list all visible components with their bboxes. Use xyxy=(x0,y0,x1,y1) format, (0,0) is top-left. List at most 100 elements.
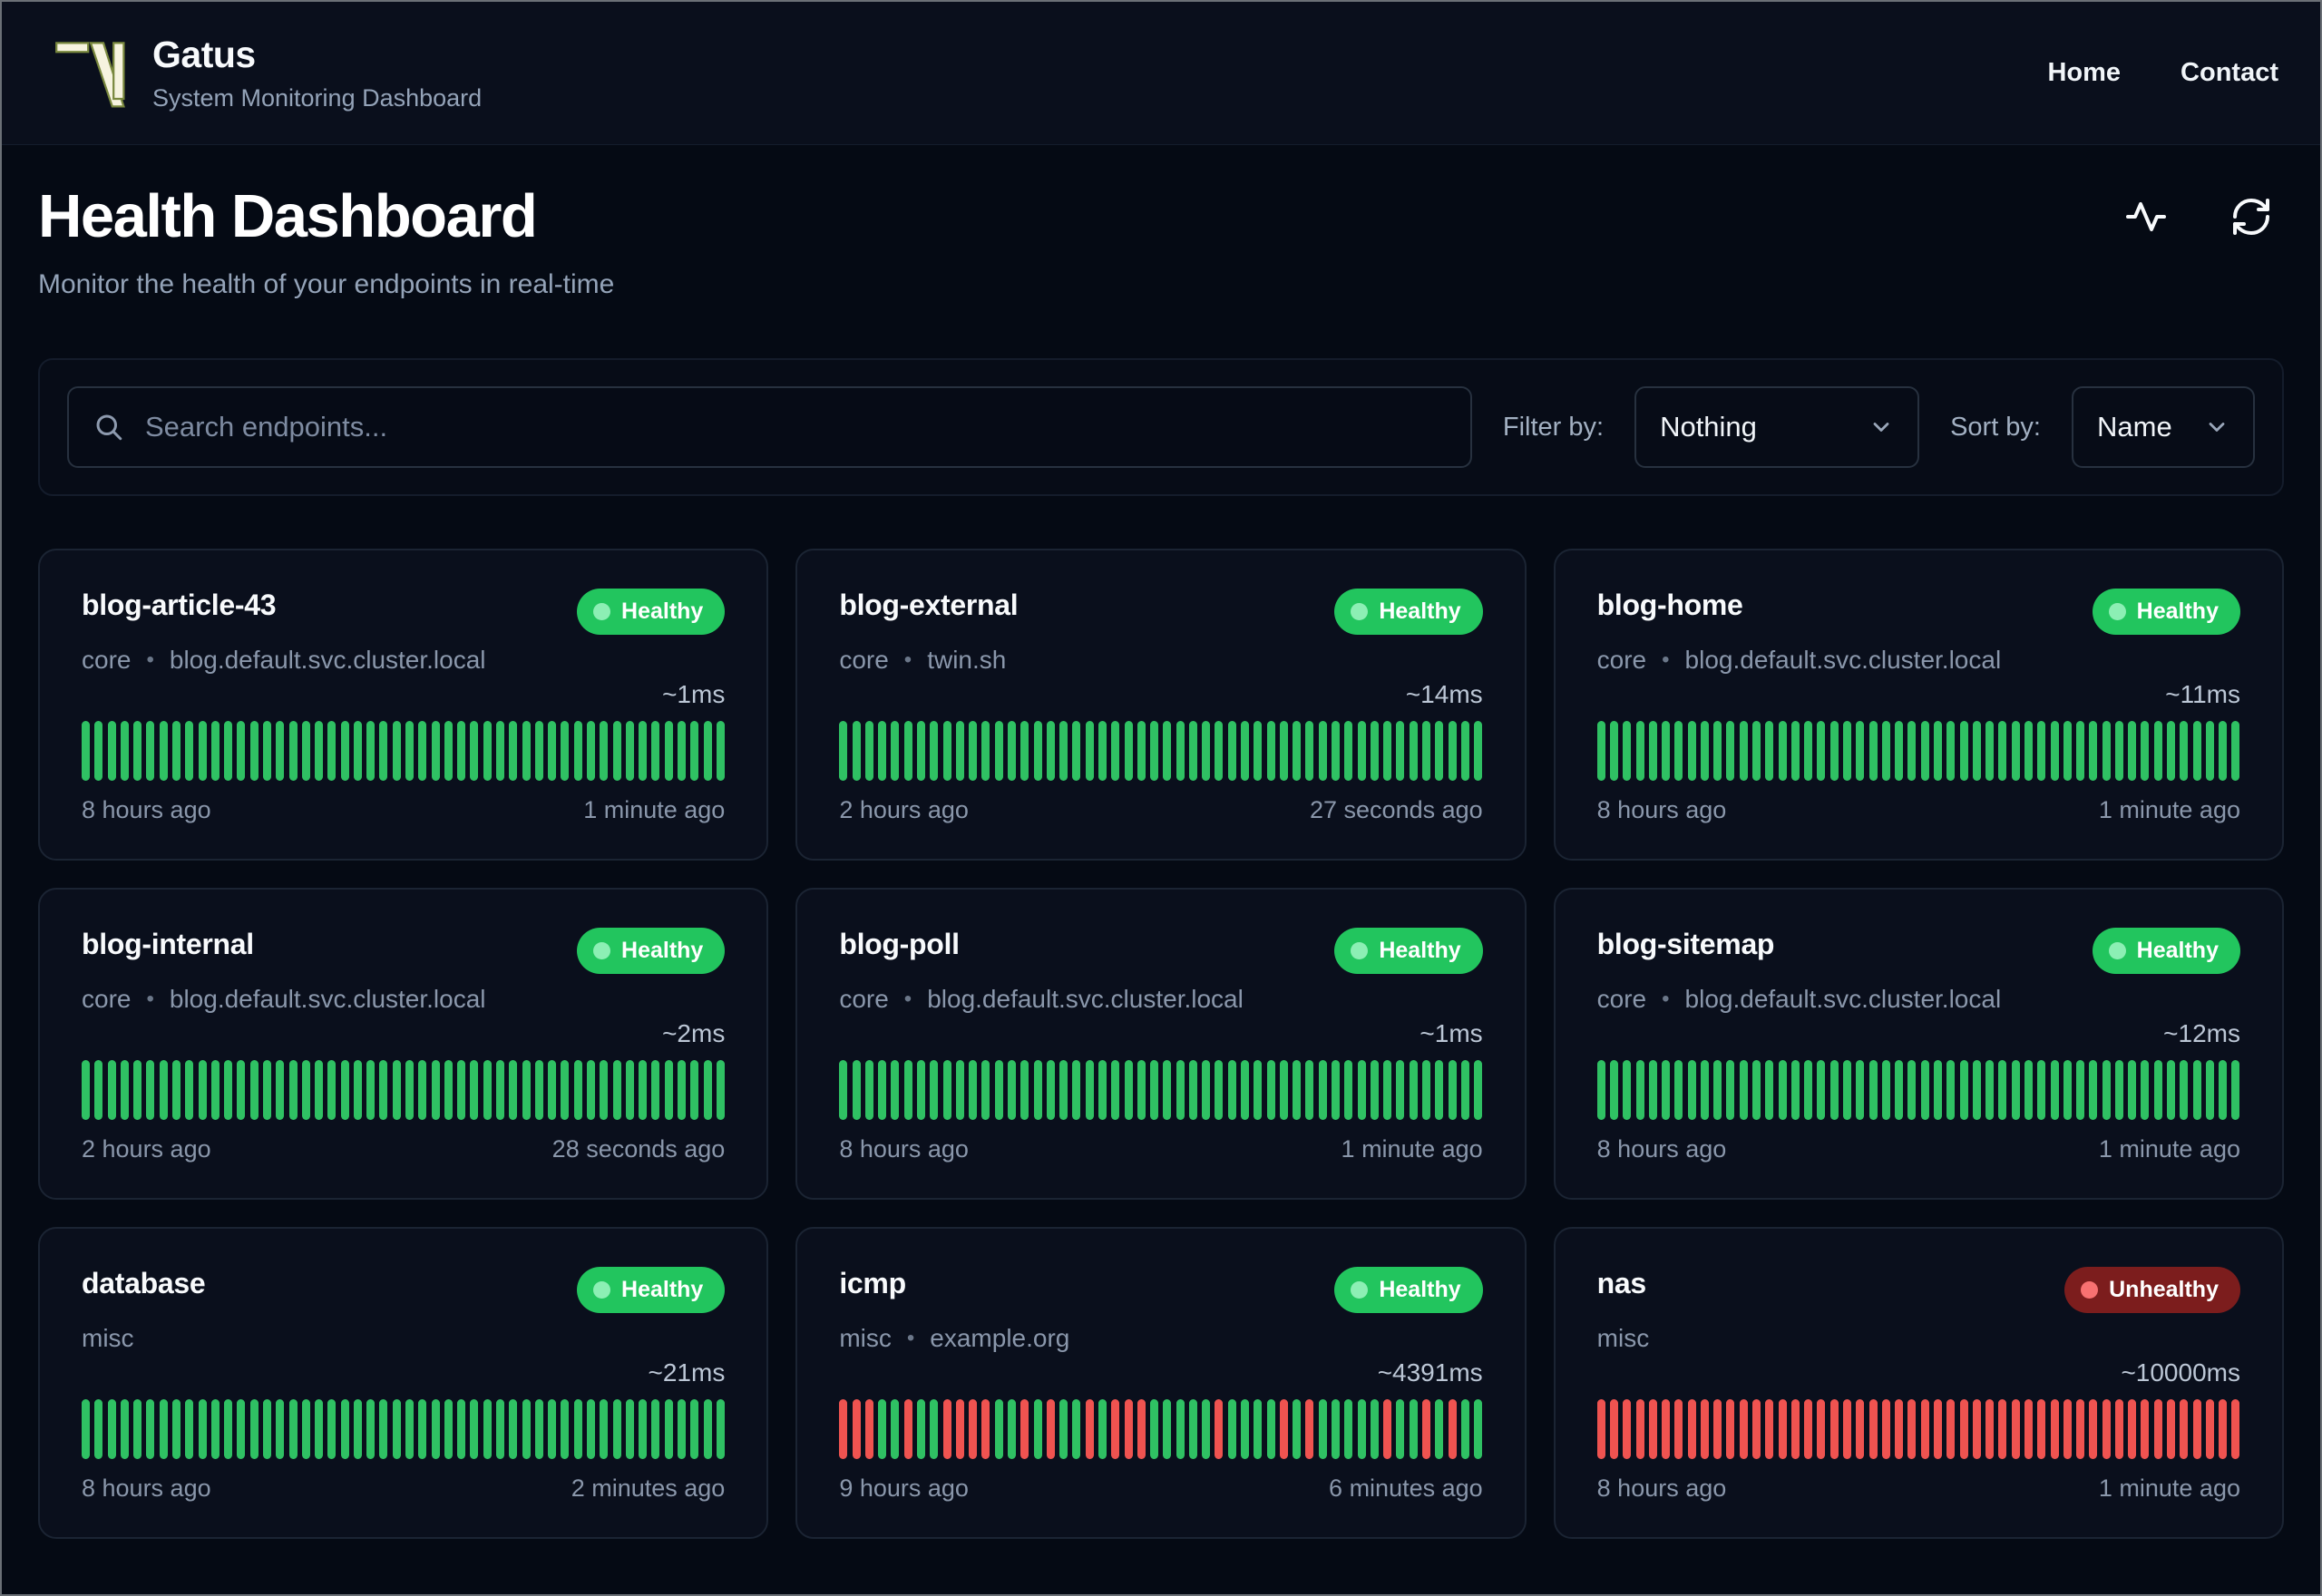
app-subtitle: System Monitoring Dashboard xyxy=(152,84,483,112)
uptime-bar xyxy=(470,721,479,781)
refresh-icon[interactable] xyxy=(2229,195,2273,238)
uptime-bar xyxy=(2205,721,2214,781)
uptime-bar xyxy=(1188,1060,1197,1120)
uptime-bar xyxy=(1623,1060,1632,1120)
search-box[interactable] xyxy=(67,386,1472,468)
uptime-bar xyxy=(2231,721,2240,781)
uptime-bar xyxy=(1804,721,1813,781)
uptime-bar xyxy=(198,1060,207,1120)
endpoint-card[interactable]: icmp Healthy misc • example.org ~4391ms … xyxy=(795,1227,1527,1539)
uptime-bar xyxy=(1085,1399,1094,1459)
endpoint-card[interactable]: blog-article-43 Healthy core • blog.defa… xyxy=(38,549,769,861)
uptime-bar xyxy=(1635,1399,1644,1459)
uptime-bar xyxy=(1881,1399,1890,1459)
endpoint-card[interactable]: blog-poll Healthy core • blog.default.sv… xyxy=(795,888,1527,1200)
endpoint-meta: core • blog.default.svc.cluster.local xyxy=(839,985,1482,1014)
uptime-bar xyxy=(852,1399,861,1459)
uptime-bar xyxy=(2153,1399,2162,1459)
uptime-bar xyxy=(903,1399,912,1459)
uptime-bar xyxy=(2219,1399,2228,1459)
endpoint-card[interactable]: database Healthy misc ~21ms 8 hours ago … xyxy=(38,1227,769,1539)
uptime-bar xyxy=(864,1060,873,1120)
uptime-bar xyxy=(1137,721,1146,781)
uptime-bar xyxy=(1215,721,1224,781)
endpoint-card[interactable]: blog-external Healthy core • twin.sh ~14… xyxy=(795,549,1527,861)
uptime-bar xyxy=(2063,1060,2072,1120)
uptime-bar xyxy=(1202,721,1211,781)
uptime-bar xyxy=(1817,1399,1826,1459)
uptime-bar xyxy=(1946,1399,1956,1459)
uptime-bar xyxy=(586,721,595,781)
search-input[interactable] xyxy=(143,410,1447,444)
endpoint-host: blog.default.svc.cluster.local xyxy=(1684,985,2002,1013)
endpoint-card[interactable]: blog-home Healthy core • blog.default.sv… xyxy=(1553,549,2284,861)
status-label: Healthy xyxy=(621,938,704,963)
uptime-bar xyxy=(2011,721,2020,781)
sort-select[interactable]: Name xyxy=(2072,386,2255,468)
uptime-bar xyxy=(1623,721,1632,781)
status-badge: Healthy xyxy=(577,589,726,635)
status-label: Healthy xyxy=(621,1277,704,1302)
card-footer: 8 hours ago 1 minute ago xyxy=(1597,796,2240,824)
uptime-bar xyxy=(405,1060,415,1120)
status-dot-icon xyxy=(2081,1281,2099,1299)
endpoint-host: blog.default.svc.cluster.local xyxy=(927,985,1244,1013)
app-header: Gatus System Monitoring Dashboard Home C… xyxy=(2,2,2320,145)
uptime-bar xyxy=(981,1399,990,1459)
uptime-bar xyxy=(839,1060,848,1120)
uptime-bar xyxy=(418,1399,427,1459)
uptime-bar xyxy=(1163,1060,1172,1120)
uptime-bar xyxy=(2205,1060,2214,1120)
status-badge: Healthy xyxy=(577,1267,726,1313)
uptime-bar xyxy=(1687,1399,1696,1459)
uptime-bar xyxy=(1396,721,1405,781)
uptime-bar xyxy=(1700,1399,1709,1459)
endpoint-meta: core • blog.default.svc.cluster.local xyxy=(82,985,725,1014)
uptime-bar xyxy=(1435,1060,1444,1120)
uptime-bar xyxy=(878,1060,887,1120)
uptime-bar xyxy=(930,1060,939,1120)
nav-link-home[interactable]: Home xyxy=(2047,58,2121,88)
uptime-bar xyxy=(1778,721,1787,781)
uptime-bar xyxy=(1474,721,1483,781)
controls-bar: Filter by: Nothing Sort by: Name xyxy=(38,358,2284,496)
uptime-bar xyxy=(2076,1399,2085,1459)
endpoint-name: nas xyxy=(1596,1267,1647,1299)
uptime-bar xyxy=(1020,1399,1029,1459)
endpoint-card[interactable]: nas Unhealthy misc ~10000ms 8 hours ago … xyxy=(1553,1227,2284,1539)
status-badge: Healthy xyxy=(2092,589,2240,635)
uptime-bar xyxy=(107,721,116,781)
endpoint-card[interactable]: blog-sitemap Healthy core • blog.default… xyxy=(1553,888,2284,1200)
status-label: Healthy xyxy=(2136,938,2219,963)
uptime-bar xyxy=(930,721,939,781)
uptime-bar xyxy=(1435,721,1444,781)
card-head: blog-home Healthy xyxy=(1597,589,2240,635)
nav-link-contact[interactable]: Contact xyxy=(2181,58,2278,88)
uptime-bar xyxy=(470,1399,479,1459)
filter-select[interactable]: Nothing xyxy=(1634,386,1920,468)
uptime-bar xyxy=(392,1399,401,1459)
uptime-bar xyxy=(1241,1060,1250,1120)
uptime-bars xyxy=(1596,721,2240,781)
uptime-bar xyxy=(677,721,686,781)
uptime-bar xyxy=(1318,1399,1327,1459)
uptime-bar xyxy=(2037,1060,2046,1120)
status-badge: Healthy xyxy=(1334,928,1483,974)
uptime-bar xyxy=(1739,721,1748,781)
uptime-bar xyxy=(496,721,504,781)
uptime-bar xyxy=(561,1060,570,1120)
brand: Gatus System Monitoring Dashboard xyxy=(152,34,482,112)
endpoint-name: icmp xyxy=(839,1267,906,1299)
uptime-bar xyxy=(1370,1399,1379,1459)
uptime-bar xyxy=(276,721,285,781)
uptime-bar xyxy=(1998,721,2007,781)
uptime-bar xyxy=(379,1060,388,1120)
uptime-bar xyxy=(942,1060,951,1120)
dot-separator: • xyxy=(903,647,912,672)
card-head: icmp Healthy xyxy=(839,1267,1483,1313)
endpoint-meta: core • blog.default.svc.cluster.local xyxy=(1597,646,2240,675)
uptime-bar xyxy=(496,1399,504,1459)
endpoint-card[interactable]: blog-internal Healthy core • blog.defaul… xyxy=(38,888,769,1200)
uptime-bar xyxy=(327,1060,337,1120)
activity-icon[interactable] xyxy=(2124,195,2168,238)
